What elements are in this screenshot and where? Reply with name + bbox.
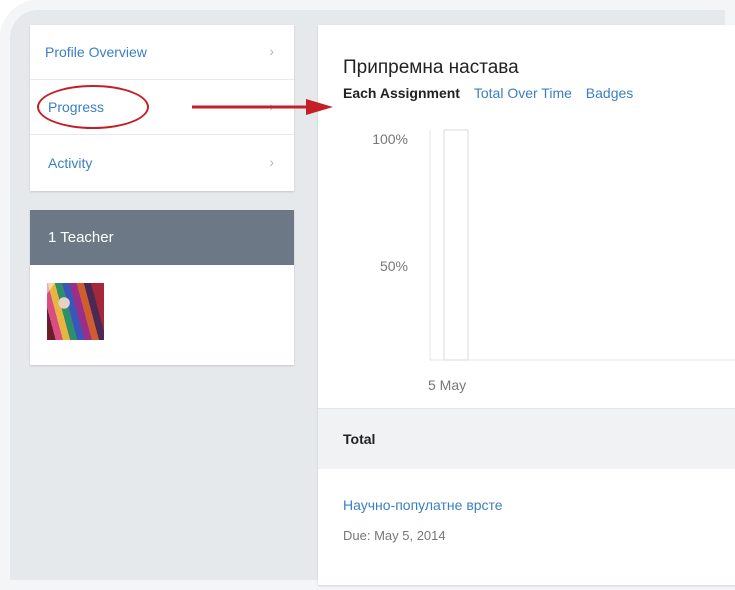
course-title: Припремна настава [343, 57, 519, 78]
y-tick-label: 50% [380, 258, 408, 274]
progress-tabs: Each Assignment Total Over Time Badges [343, 85, 643, 101]
progress-chart: 100% 50% 5 May [318, 125, 735, 395]
nav-item-profile-overview[interactable]: Profile Overview › [30, 25, 294, 80]
nav-item-activity[interactable]: Activity › [30, 136, 294, 191]
chart-bar[interactable] [443, 129, 469, 361]
nav-item-label: Activity [48, 155, 93, 171]
chevron-right-icon: › [269, 154, 274, 170]
annotation-circle [37, 85, 149, 129]
chart-svg: 100% 50% 5 May [372, 129, 735, 393]
teacher-avatar[interactable] [47, 283, 104, 340]
y-tick-label: 100% [372, 131, 408, 147]
total-row: Total [318, 408, 735, 469]
annotation-arrow-icon [192, 99, 333, 115]
assignment-link[interactable]: Научно-популатне врсте [343, 497, 503, 513]
tab-each-assignment[interactable]: Each Assignment [343, 85, 460, 101]
total-label: Total [343, 431, 376, 447]
teachers-header: 1 Teacher [30, 210, 294, 265]
teachers-card: 1 Teacher [30, 210, 294, 365]
x-tick-label: 5 May [428, 377, 466, 393]
tab-badges[interactable]: Badges [586, 85, 633, 101]
assignment-due-date: Due: May 5, 2014 [343, 528, 446, 543]
progress-panel: Припремна настава Each Assignment Total … [318, 25, 735, 585]
tab-total-over-time[interactable]: Total Over Time [474, 85, 572, 101]
chevron-right-icon: › [269, 43, 274, 59]
nav-item-label: Profile Overview [45, 44, 147, 60]
